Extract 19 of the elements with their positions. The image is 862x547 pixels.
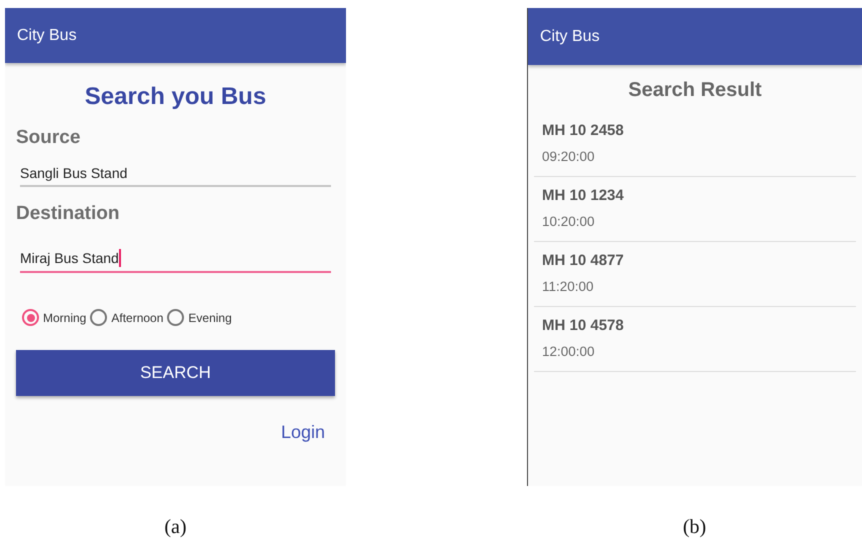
result-item[interactable]: MH 10 4877 11:20:00 bbox=[534, 242, 856, 307]
figure-caption: (b) bbox=[682, 516, 706, 539]
result-item[interactable]: MH 10 1234 10:20:00 bbox=[534, 177, 856, 242]
input-field[interactable]: Miraj Bus Stand bbox=[20, 243, 331, 273]
app-title: City Bus bbox=[17, 26, 77, 44]
result-item[interactable]: MH 10 4578 12:00:00 bbox=[534, 307, 856, 372]
radio-option[interactable]: Evening bbox=[167, 309, 232, 326]
input-field[interactable]: Sangli Bus Stand bbox=[20, 159, 331, 187]
page-heading: Search Result bbox=[627, 79, 763, 102]
page-heading: Search you Bus bbox=[84, 83, 268, 111]
field-label: Destination bbox=[16, 203, 120, 225]
field-label: Source bbox=[16, 127, 82, 149]
search-button[interactable]: SEARCH bbox=[16, 350, 335, 396]
figure-caption: (a) bbox=[164, 516, 187, 539]
login-link[interactable]: Login bbox=[280, 422, 325, 443]
radio-option[interactable]: Afternoon bbox=[90, 309, 164, 326]
result-item[interactable]: MH 10 2458 09:20:00 bbox=[534, 112, 856, 177]
radio-option[interactable]: Morning bbox=[22, 309, 86, 326]
app-title: City Bus bbox=[540, 28, 600, 46]
